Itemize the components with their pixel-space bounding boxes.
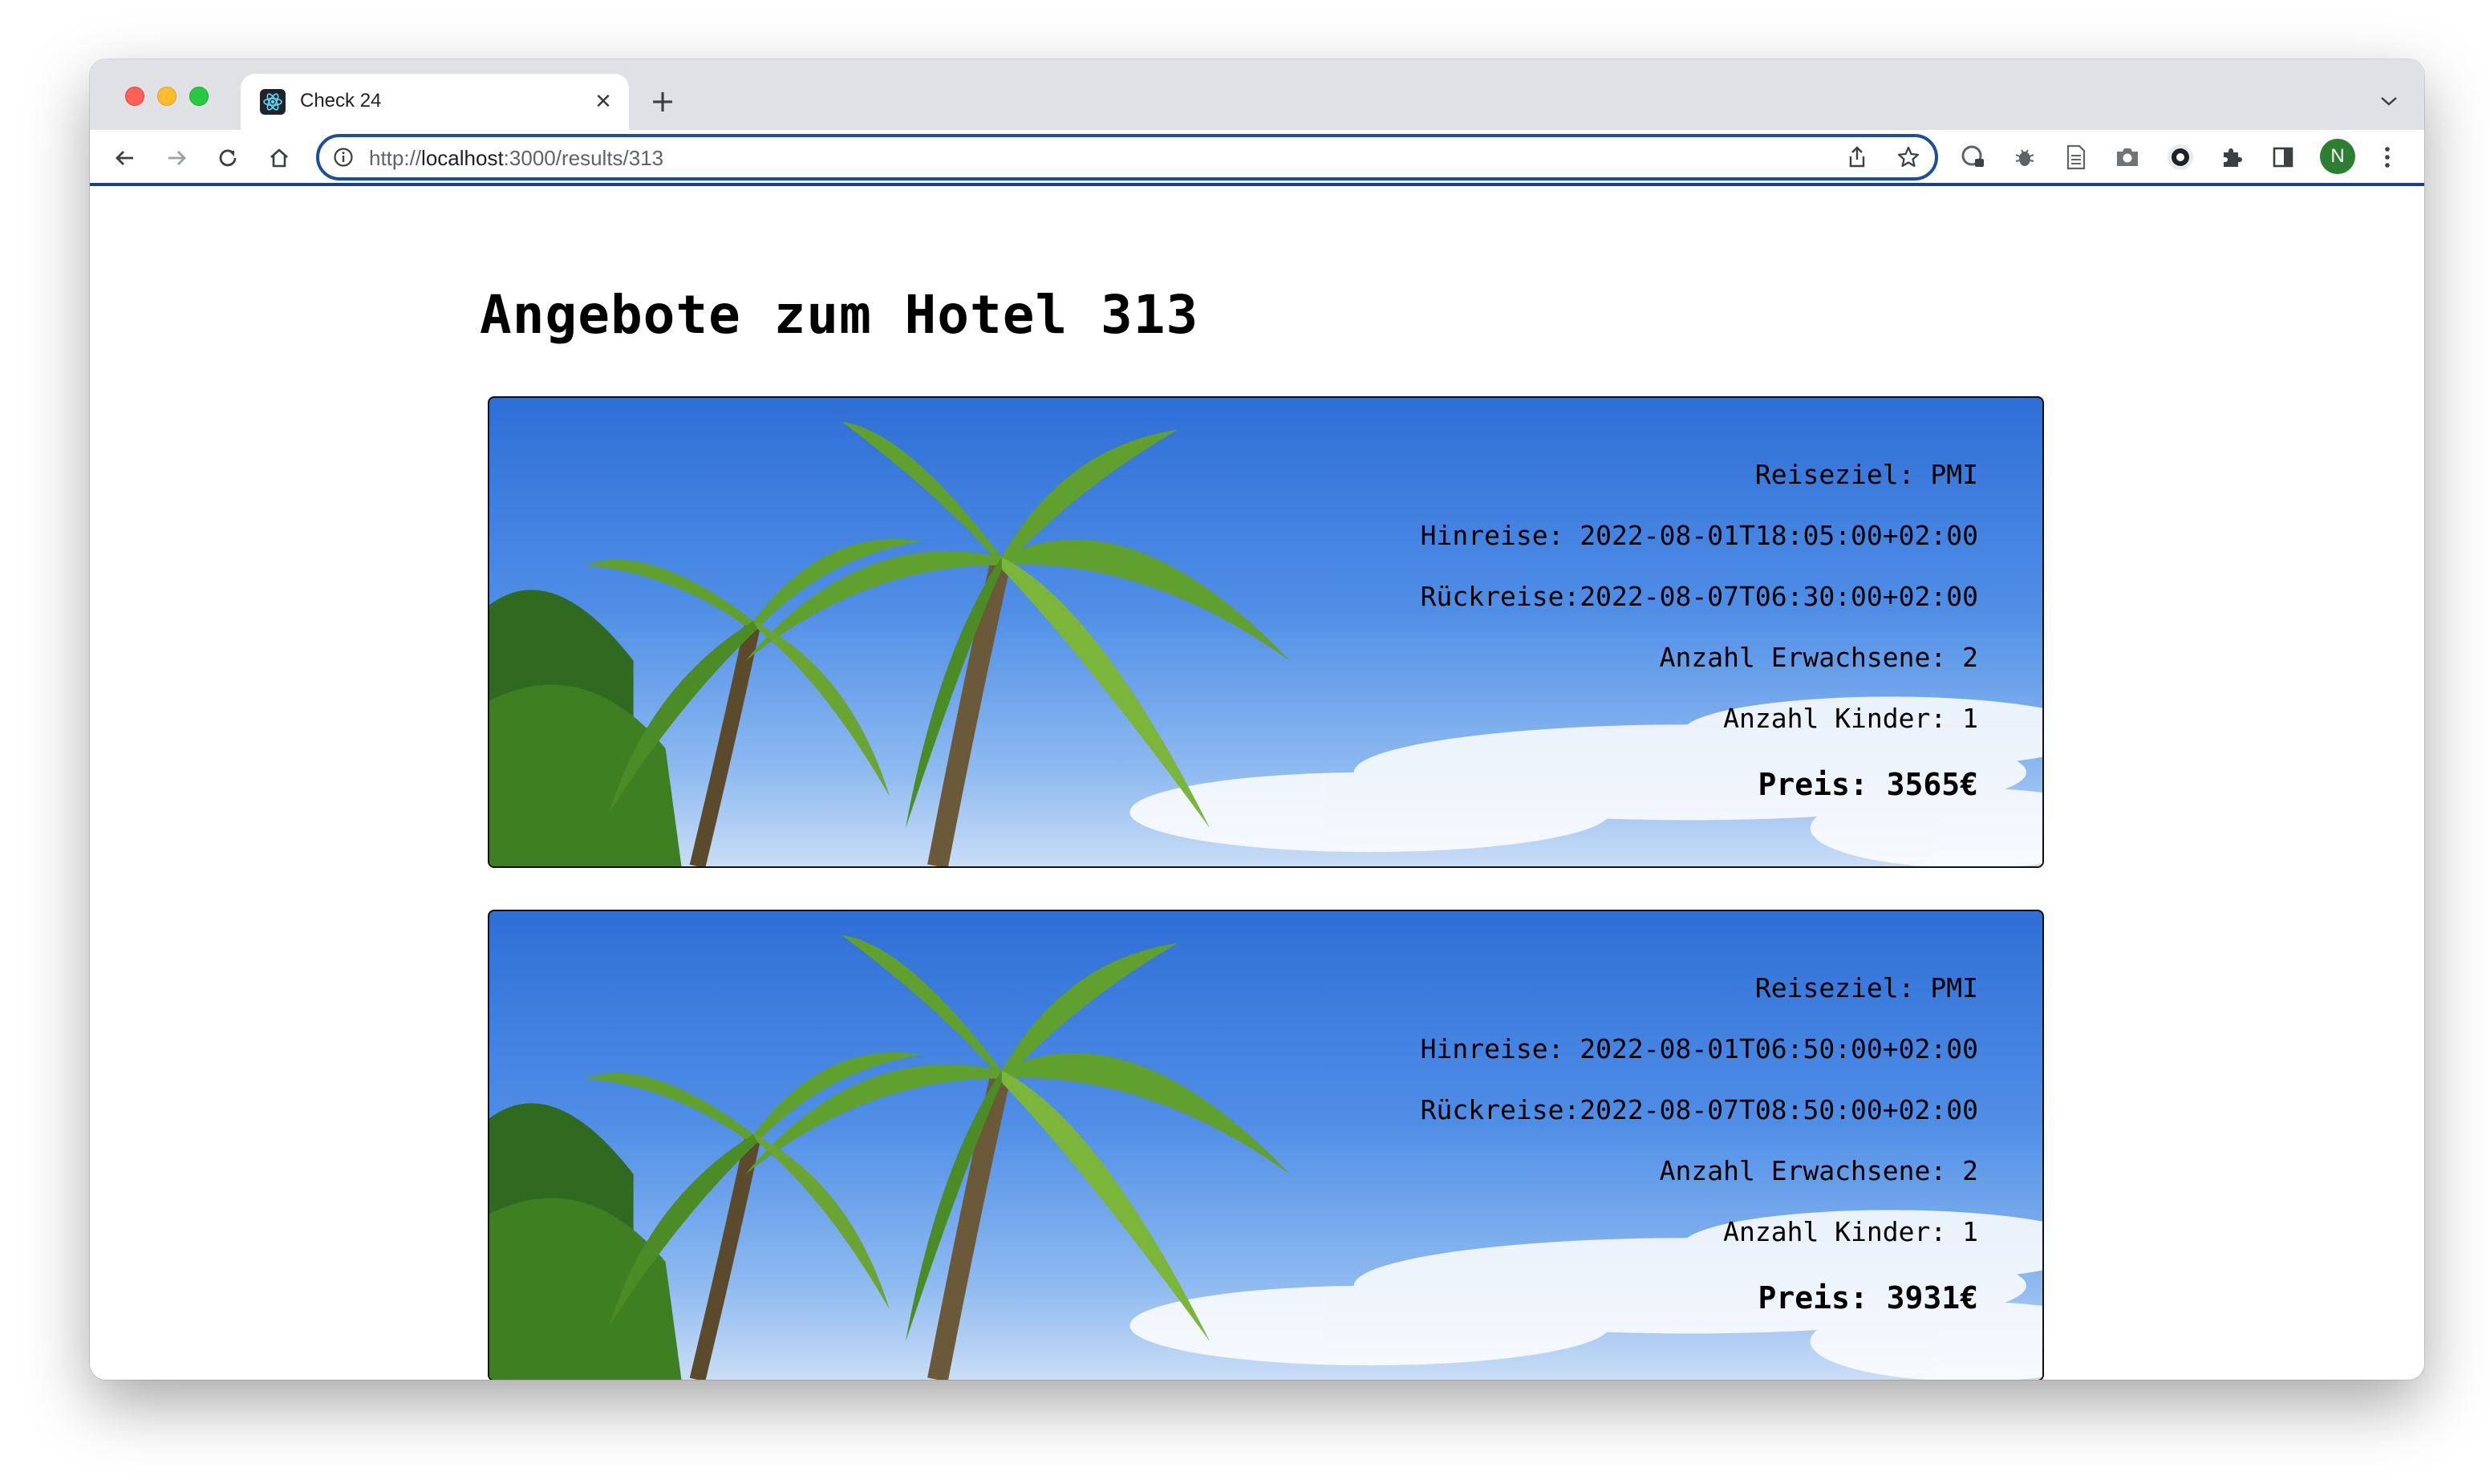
maximize-window-button[interactable] (189, 87, 209, 106)
profile-avatar[interactable]: N (2320, 139, 2355, 174)
offer-price: Preis: 3931€ (1758, 1280, 1978, 1316)
star-icon[interactable] (1895, 144, 1922, 171)
offer-outbound: Hinreise: 2022-08-01T18:05:00+02:00 (1420, 520, 1978, 551)
arrow-right-icon (168, 151, 186, 165)
home-button[interactable] (262, 140, 297, 176)
home-icon (270, 148, 288, 168)
offer-details: Reiseziel: PMI Hinreise: 2022-08-01T18:0… (1421, 444, 1978, 820)
side-panel-icon[interactable] (2265, 140, 2301, 175)
forward-button[interactable] (159, 140, 194, 176)
minimize-window-button[interactable] (157, 87, 176, 106)
page-viewport: Angebote zum Hotel 313 Reiseziel: PMI Hi… (90, 189, 2424, 1380)
offer-children: Anzahl Kinder: 1 (1723, 703, 1978, 734)
offer-destination: Reiseziel: PMI (1754, 972, 1978, 1004)
offer-return: Rückreise:2022-08-07T08:50:00+02:00 (1420, 1094, 1978, 1125)
browser-toolbar: http://localhost:3000/results/313 N (90, 130, 2424, 186)
offer-destination: Reiseziel: PMI (1754, 459, 1978, 490)
back-button[interactable] (107, 140, 143, 176)
react-favicon-icon (260, 89, 286, 115)
offer-price: Preis: 3565€ (1758, 767, 1978, 802)
url-scheme: http:// (369, 146, 422, 170)
offer-adults: Anzahl Erwachsene: 2 (1659, 642, 1978, 673)
offer-children: Anzahl Kinder: 1 (1723, 1216, 1978, 1247)
url-host: localhost (421, 146, 504, 170)
kebab-menu-icon[interactable] (2370, 140, 2405, 175)
tab-title: Check 24 (300, 90, 382, 112)
page-title: Angebote zum Hotel 313 (480, 284, 1199, 346)
offer-adults: Anzahl Erwachsene: 2 (1659, 1155, 1978, 1186)
offer-card[interactable]: Reiseziel: PMI Hinreise: 2022-08-01T06:5… (488, 910, 2044, 1380)
camera-icon[interactable] (2110, 140, 2145, 175)
browser-window: Check 24 ✕ + http://localhost:3000/resul… (90, 59, 2424, 1380)
tab-close-icon[interactable]: ✕ (589, 87, 618, 116)
info-icon[interactable] (332, 146, 355, 168)
bug-icon[interactable] (2007, 140, 2042, 175)
browser-titlebar: Check 24 ✕ + (90, 59, 2424, 130)
tab-search-chevron-icon[interactable] (2373, 85, 2405, 117)
arrow-left-icon (116, 151, 133, 165)
close-window-button[interactable] (125, 87, 144, 106)
offer-details: Reiseziel: PMI Hinreise: 2022-08-01T06:5… (1421, 958, 1978, 1333)
new-tab-button[interactable]: + (645, 83, 680, 119)
tab-check24[interactable]: Check 24 ✕ (241, 74, 629, 130)
extension-lock-icon[interactable] (1956, 140, 1991, 175)
offer-card[interactable]: Reiseziel: PMI Hinreise: 2022-08-01T18:0… (488, 396, 2044, 868)
url-text[interactable]: http://localhost:3000/results/313 (369, 146, 663, 171)
document-icon[interactable] (2058, 140, 2094, 175)
url-path: :3000/results/313 (503, 146, 664, 170)
address-bar[interactable]: http://localhost:3000/results/313 (316, 134, 1938, 180)
offer-return: Rückreise:2022-08-07T06:30:00+02:00 (1420, 581, 1978, 612)
reload-button[interactable] (210, 140, 245, 176)
reload-icon (219, 149, 237, 167)
circle-extension-icon[interactable] (2163, 140, 2198, 175)
share-icon[interactable] (1843, 144, 1871, 171)
offer-outbound: Hinreise: 2022-08-01T06:50:00+02:00 (1420, 1033, 1978, 1064)
puzzle-icon[interactable] (2214, 140, 2249, 175)
